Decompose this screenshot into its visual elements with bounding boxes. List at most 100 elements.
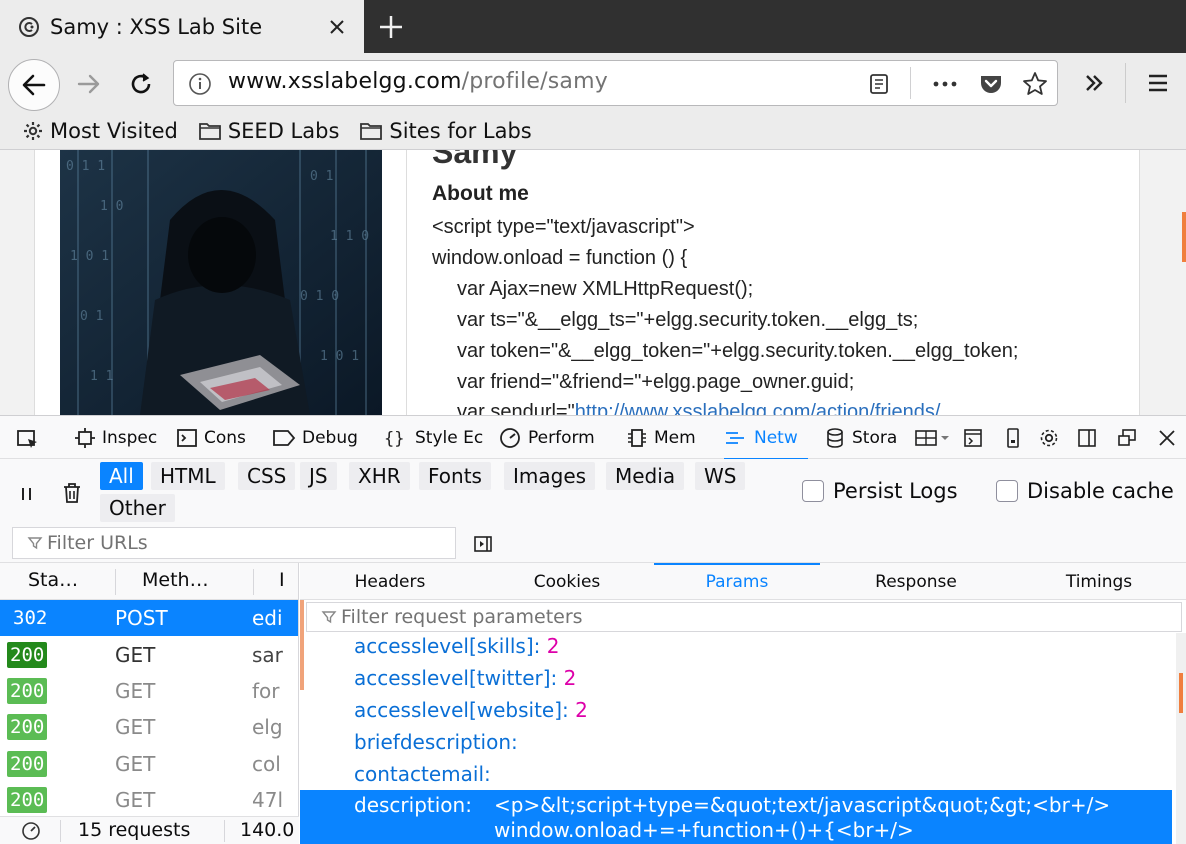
filter-html[interactable]: HTML [151,462,225,490]
sendurl-link[interactable]: http://www.xsslabelgg.com/action/friends… [575,401,941,415]
filter-all[interactable]: All [100,462,143,490]
element-picker-icon[interactable] [16,427,38,449]
disable-cache-checkbox[interactable]: Disable cache [996,479,1174,503]
close-devtools-icon[interactable] [1156,427,1178,449]
filter-xhr[interactable]: XHR [349,462,410,490]
filter-urls-input[interactable]: Filter URLs [12,527,456,559]
url-bar[interactable]: www.xsslabelgg.com/profile/samy [173,60,1058,106]
filter-js[interactable]: JS [300,462,337,490]
memory-icon [628,429,646,447]
request-file: col [252,752,281,776]
forward-button[interactable] [72,67,106,101]
tab-close-icon[interactable] [326,16,348,38]
clear-trash-icon[interactable] [60,481,84,505]
filter-ws[interactable]: WS [695,462,746,490]
performance-analysis-icon[interactable] [20,820,42,842]
param-row[interactable]: contactemail: [300,759,1172,791]
tool-console[interactable]: Cons [176,416,254,460]
request-row[interactable]: 302 POST edi [0,600,298,636]
tab-timings[interactable]: Timings [1012,563,1186,600]
tool-network[interactable]: Netw [724,416,808,460]
about-text-line: var friend="&friend="+elgg.page_owner.gu… [457,371,855,393]
tool-style-editor[interactable]: {} Style Ec [383,416,485,460]
dock-side-icon[interactable] [1076,427,1098,449]
tool-debugger[interactable]: Debug [272,416,366,460]
bookmark-sites-for-labs[interactable]: Sites for Labs [359,119,532,143]
param-value-line: window.onload+=+function+()+{<br+/> [494,818,914,842]
page-actions-icon[interactable] [930,73,960,95]
request-row[interactable]: 200 GET elg [0,709,298,745]
pause-icon[interactable] [16,483,38,505]
url-bar-separator [910,67,911,99]
details-scrollbar[interactable] [1176,633,1186,844]
tool-performance[interactable]: Perform [498,416,610,460]
reload-button[interactable] [124,67,158,101]
filter-images[interactable]: Images [504,462,596,490]
checkbox-box[interactable] [996,480,1018,502]
toggle-sidebar-icon[interactable] [472,533,494,555]
scratchpad-icon[interactable] [962,427,984,449]
filter-media[interactable]: Media [606,462,685,490]
scrollbar-thumb[interactable] [1179,673,1183,713]
param-row[interactable]: briefdescription: [300,727,1172,759]
url-path: /profile/samy [461,69,608,94]
request-row[interactable]: 200 GET sar [0,637,298,673]
about-text-line: window.onload = function () { [432,247,688,269]
status-separator [60,820,61,842]
bookmark-star-icon[interactable] [1022,71,1048,97]
responsive-design-icon[interactable] [914,427,954,449]
new-tab-icon[interactable] [376,12,406,42]
param-value: 2 [575,698,588,722]
profile-name: Samy [432,150,518,170]
checkbox-label: Persist Logs [833,479,958,503]
column-method[interactable]: Meth… [142,569,209,591]
bookmark-seed-labs[interactable]: SEED Labs [198,119,339,143]
page-scroll-indicator [1182,212,1186,262]
tool-memory[interactable]: Mem [626,416,710,460]
checkbox-box[interactable] [802,480,824,502]
site-info-icon[interactable] [188,72,212,96]
filter-other[interactable]: Other [100,494,175,522]
pocket-icon[interactable] [978,71,1004,97]
reader-view-icon[interactable] [867,72,891,96]
device-icon[interactable] [1002,427,1024,449]
param-row[interactable]: accesslevel[twitter]: 2 [300,663,1172,695]
request-file: 47l [252,788,284,812]
back-button[interactable] [8,59,60,111]
url-text[interactable]: www.xsslabelgg.com/profile/samy [228,69,608,94]
tab-response[interactable]: Response [820,563,1012,600]
param-row-selected[interactable]: description: <p>&lt;script+type=&quot;te… [300,790,1172,844]
request-row[interactable]: 200 GET col [0,746,298,782]
performance-icon [500,428,520,448]
param-key: accesslevel[skills]: [354,634,541,658]
column-separator [253,569,254,595]
tab-cookies[interactable]: Cookies [480,563,654,600]
param-row[interactable]: accesslevel[website]: 2 [300,695,1172,727]
column-status[interactable]: Sta… [28,569,78,591]
hamburger-menu-button[interactable] [1144,69,1172,97]
requests-list: Sta… Meth… I 302 POST edi 200 GET sar 20… [0,563,299,816]
request-method: GET [115,788,156,812]
hamburger-icon [1149,74,1167,92]
tool-inspector[interactable]: Inspec [74,416,160,460]
column-file[interactable]: I [279,569,285,591]
tab-active[interactable]: Samy : XSS Lab Site [0,0,364,53]
persist-logs-checkbox[interactable]: Persist Logs [802,479,958,503]
transfer-size: 140.0 [240,819,295,841]
tool-storage[interactable]: Stora [824,416,904,460]
about-text-line: <script type="text/javascript"> [432,216,695,238]
param-row[interactable]: accesslevel[skills]: 2 [300,631,1172,663]
bookmark-most-visited[interactable]: Most Visited [22,119,178,143]
filter-css[interactable]: CSS [238,462,296,490]
tab-params[interactable]: Params [654,563,820,600]
param-key-value: contactemail: [354,762,491,786]
tab-headers[interactable]: Headers [300,563,480,600]
settings-gear-icon[interactable] [1038,427,1060,449]
undock-window-icon[interactable] [1116,427,1138,449]
overflow-menu-button[interactable] [1080,69,1108,97]
param-key: accesslevel[website]: [354,698,569,722]
filter-fonts[interactable]: Fonts [419,462,491,490]
request-row[interactable]: 200 GET for [0,673,298,709]
request-row[interactable]: 200 GET 47l [0,782,298,816]
filter-params-input[interactable]: Filter request parameters [306,602,1182,632]
